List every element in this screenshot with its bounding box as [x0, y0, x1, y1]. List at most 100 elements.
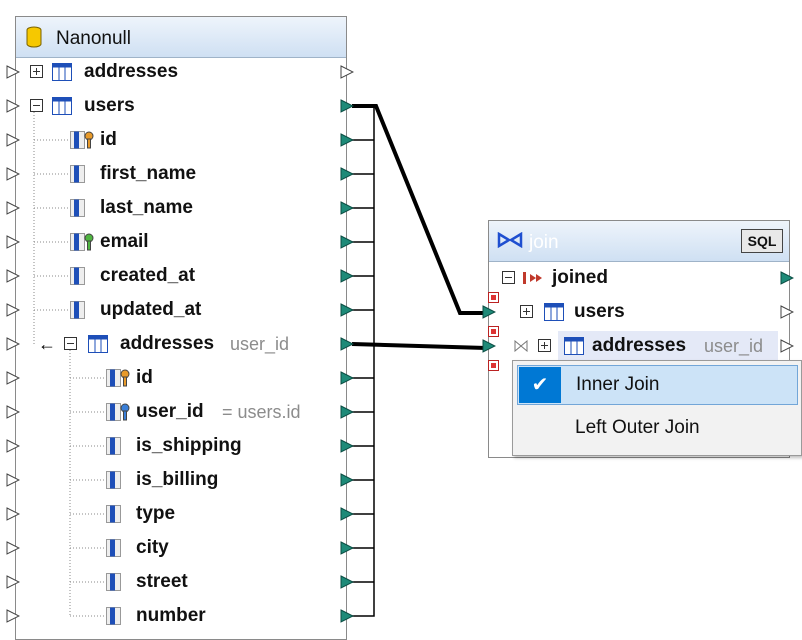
column-icon — [106, 505, 121, 523]
column-icon — [106, 539, 121, 557]
output-port-icon — [340, 405, 354, 419]
output-port-icon — [340, 473, 354, 487]
join-row-label: addresses — [592, 335, 687, 356]
join-row-label: joined — [552, 267, 608, 288]
output-port-icon — [340, 439, 354, 453]
source-row-label: is_billing — [136, 469, 219, 490]
input-port-icon — [6, 133, 20, 147]
collapse-icon[interactable] — [502, 271, 515, 284]
table-icon — [52, 63, 72, 81]
join-condition-icon — [514, 340, 528, 352]
output-port-icon — [340, 541, 354, 555]
source-row-label: is_shipping — [136, 435, 242, 456]
input-port-icon — [6, 541, 20, 555]
input-port-icon — [482, 339, 496, 353]
column-icon — [106, 471, 121, 489]
output-port-icon — [340, 99, 354, 113]
source-row-last_name[interactable]: last_name — [0, 191, 370, 225]
check-icon: ✔ — [519, 367, 561, 403]
joined-icon — [523, 272, 542, 284]
join-type-context-menu: ✔ Inner Join Left Outer Join — [512, 360, 802, 456]
source-row-is_shipping[interactable]: is_shipping — [0, 429, 370, 463]
source-row-label: users — [84, 95, 135, 116]
join-row-annotation: user_id — [704, 336, 764, 356]
output-port-icon — [780, 305, 794, 319]
input-port-icon — [6, 201, 20, 215]
output-port-icon — [340, 371, 354, 385]
input-port-icon — [6, 65, 20, 79]
input-port-icon — [6, 439, 20, 453]
expand-icon[interactable] — [520, 305, 533, 318]
input-port-icon — [482, 305, 496, 319]
unique-key-icon — [70, 233, 94, 251]
source-row-users[interactable]: users — [0, 89, 370, 123]
column-icon — [106, 437, 121, 455]
collapse-icon[interactable] — [30, 99, 43, 112]
input-port-icon — [6, 99, 20, 113]
input-port-icon — [6, 235, 20, 249]
source-row-label: id — [136, 367, 153, 388]
menu-item-inner-join[interactable]: ✔ Inner Join — [517, 365, 798, 405]
join-component-header[interactable]: join SQL — [489, 221, 789, 262]
source-row-label: number — [136, 605, 206, 626]
foreign-key-icon — [106, 403, 130, 421]
source-row-addr_id[interactable]: id — [0, 361, 370, 395]
column-icon — [106, 573, 121, 591]
source-row-label: street — [136, 571, 188, 592]
expand-icon[interactable] — [30, 65, 43, 78]
join-icon — [497, 232, 523, 248]
source-row-is_billing[interactable]: is_billing — [0, 463, 370, 497]
table-icon — [544, 303, 564, 321]
output-port-icon — [340, 65, 354, 79]
join-component-title: join — [529, 232, 559, 253]
source-row-label: addresses — [84, 61, 179, 82]
output-port-icon — [340, 235, 354, 249]
source-row-addr_user_id[interactable]: user_id = users.id — [0, 395, 370, 429]
add-input-icon[interactable] — [488, 292, 499, 303]
output-port-icon — [780, 339, 794, 353]
expand-icon[interactable] — [538, 339, 551, 352]
input-port-icon — [6, 473, 20, 487]
sql-button[interactable]: SQL — [741, 229, 783, 253]
input-port-icon — [6, 405, 20, 419]
column-icon — [106, 607, 121, 625]
input-port-icon — [6, 609, 20, 623]
column-icon — [70, 199, 85, 217]
table-icon — [52, 97, 72, 115]
input-port-icon — [6, 167, 20, 181]
column-icon — [70, 165, 85, 183]
source-row-email[interactable]: email — [0, 225, 370, 259]
output-port-icon — [340, 201, 354, 215]
output-port-icon — [780, 271, 794, 285]
input-port-icon — [6, 575, 20, 589]
output-port-icon — [340, 167, 354, 181]
primary-key-icon — [70, 131, 94, 149]
source-row-type[interactable]: type — [0, 497, 370, 531]
output-port-icon — [340, 609, 354, 623]
source-row-number[interactable]: number — [0, 599, 370, 633]
source-row-label: type — [136, 503, 176, 524]
menu-item-left-outer-join[interactable]: Left Outer Join — [517, 409, 796, 447]
source-row-street[interactable]: street — [0, 565, 370, 599]
table-icon — [564, 337, 584, 355]
source-row-city[interactable]: city — [0, 531, 370, 565]
output-port-icon — [340, 133, 354, 147]
primary-key-icon — [106, 369, 130, 387]
input-port-icon — [6, 507, 20, 521]
source-row-label: first_name — [100, 163, 197, 184]
source-row-label: id — [100, 129, 117, 150]
join-row-label: users — [574, 301, 625, 322]
source-row-addresses[interactable]: addresses — [0, 55, 370, 89]
source-row-id[interactable]: id — [0, 123, 370, 157]
source-row-label: user_id — [136, 401, 204, 422]
source-row-first_name[interactable]: first_name — [0, 157, 370, 191]
join-row-users[interactable]: users — [0, 295, 802, 329]
source-row-label: last_name — [100, 197, 193, 218]
add-input-icon[interactable] — [488, 326, 499, 337]
add-input-icon[interactable] — [488, 360, 499, 371]
output-port-icon — [340, 575, 354, 589]
input-port-icon — [6, 371, 20, 385]
join-row-addresses[interactable]: addresses user_id — [0, 329, 802, 363]
join-row-joined[interactable]: joined — [0, 261, 802, 295]
source-row-label: email — [100, 231, 149, 252]
